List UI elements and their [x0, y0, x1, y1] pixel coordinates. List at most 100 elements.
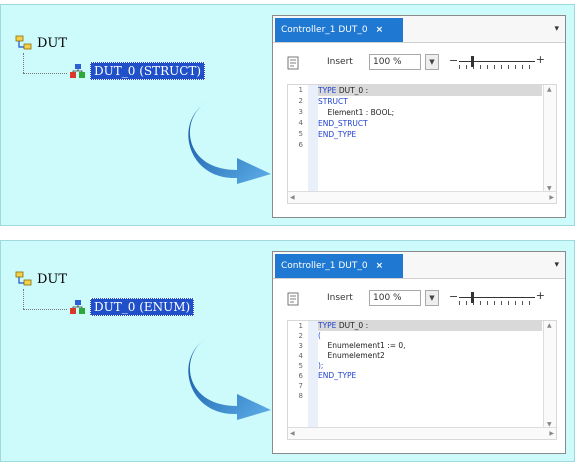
- fold-margin: [308, 321, 318, 429]
- code-keyword: TYPE: [318, 321, 337, 330]
- tab-controller-dut0[interactable]: Controller_1 DUT_0 ×: [275, 18, 403, 42]
- tab-controller-dut0[interactable]: Controller_1 DUT_0 ×: [275, 254, 403, 278]
- line-number: 6: [298, 141, 303, 149]
- scroll-left-icon[interactable]: ◀: [290, 194, 295, 201]
- line-number: 3: [298, 342, 303, 350]
- zoom-plus-icon[interactable]: +: [536, 53, 545, 66]
- close-icon[interactable]: ×: [376, 25, 384, 35]
- code-editor[interactable]: 1 2 3 4 5 6 TYPE DUT_0 : STRUCT Element1…: [287, 84, 557, 204]
- scroll-up-icon[interactable]: ▲: [547, 86, 552, 93]
- zoom-dropdown-button[interactable]: ▼: [425, 54, 439, 70]
- tree-node-dut0[interactable]: DUT_0 (ENUM): [69, 298, 195, 316]
- folder-tree-icon: [15, 271, 32, 286]
- scroll-right-icon[interactable]: ▶: [549, 194, 554, 201]
- horizontal-scrollbar[interactable]: ◀ ▶: [288, 191, 556, 203]
- curved-arrow-icon: [188, 102, 271, 184]
- line-number-gutter: 1 2 3 4 5 6: [288, 85, 306, 193]
- insert-label[interactable]: Insert: [327, 57, 353, 67]
- line-number: 4: [298, 352, 303, 360]
- editor-window: Controller_1 DUT_0 × ▾ Insert 100 % ▼ − …: [272, 15, 566, 218]
- close-icon[interactable]: ×: [376, 261, 384, 271]
- code-keyword: );: [318, 361, 324, 370]
- scroll-right-icon[interactable]: ▶: [549, 430, 554, 437]
- code-line: TYPE DUT_0 :: [318, 321, 542, 331]
- zoom-select[interactable]: 100 %: [369, 54, 421, 70]
- slider-thumb[interactable]: [471, 292, 474, 303]
- code-keyword: (: [318, 331, 321, 340]
- zoom-slider[interactable]: − +: [449, 53, 545, 70]
- project-tree: DUT DUT_0 (ENUM): [15, 271, 245, 331]
- project-tree: DUT DUT_0 (STRUCT): [15, 35, 245, 95]
- code-line: STRUCT: [318, 96, 542, 107]
- vertical-scrollbar[interactable]: ▲ ▼: [543, 85, 556, 193]
- dut-object-icon: [70, 300, 85, 314]
- window-tabbar: Controller_1 DUT_0 × ▾: [273, 252, 565, 279]
- scroll-up-icon[interactable]: ▲: [547, 322, 552, 329]
- code-line: END_TYPE: [318, 129, 542, 140]
- code-text: Enumelement2: [318, 351, 385, 360]
- line-number: 5: [298, 130, 303, 138]
- code-text: Enumelement1 := 0,: [318, 341, 406, 350]
- tree-node-dut[interactable]: DUT: [15, 35, 67, 51]
- line-number: 6: [298, 372, 303, 380]
- tab-title: Controller_1 DUT_0: [281, 25, 368, 35]
- zoom-dropdown-button[interactable]: ▼: [425, 290, 439, 306]
- code-line: (: [318, 331, 542, 341]
- line-number: 2: [298, 97, 303, 105]
- tree-node-dut0[interactable]: DUT_0 (STRUCT): [69, 62, 206, 80]
- slider-thumb[interactable]: [471, 56, 474, 67]
- vertical-scrollbar[interactable]: ▲ ▼: [543, 321, 556, 429]
- code-keyword: TYPE: [318, 86, 337, 95]
- tree-connector: [23, 289, 24, 309]
- line-number: 2: [298, 332, 303, 340]
- editor-window: Controller_1 DUT_0 × ▾ Insert 100 % ▼ − …: [272, 251, 566, 454]
- tree-node-dut[interactable]: DUT: [15, 271, 67, 287]
- zoom-minus-icon[interactable]: −: [449, 290, 458, 303]
- panel-struct: DUT DUT_0 (STRUCT) Controller_1 DUT_0 ×: [0, 4, 575, 226]
- code-keyword: END_TYPE: [318, 130, 357, 139]
- editor-toolbar: Insert 100 % ▼ − +: [287, 289, 557, 308]
- horizontal-scrollbar[interactable]: ◀ ▶: [288, 427, 556, 439]
- line-number-gutter: 1 2 3 4 5 6 7 8: [288, 321, 306, 413]
- document-icon[interactable]: [287, 292, 299, 306]
- code-keyword: STRUCT: [318, 97, 348, 106]
- tree-connector: [23, 309, 67, 310]
- code-line: Element1 : BOOL;: [318, 107, 542, 118]
- tree-node-dut0-label: DUT_0 (STRUCT): [90, 62, 206, 80]
- tree-node-dut-label: DUT: [37, 271, 68, 287]
- folder-tree-icon: [15, 35, 32, 50]
- editor-toolbar: Insert 100 % ▼ − +: [287, 53, 557, 72]
- zoom-plus-icon[interactable]: +: [536, 289, 545, 302]
- zoom-select[interactable]: 100 %: [369, 290, 421, 306]
- chevron-down-icon[interactable]: ▾: [554, 24, 559, 34]
- insert-label[interactable]: Insert: [327, 293, 353, 303]
- code-text: DUT_0 :: [336, 321, 369, 330]
- zoom-minus-icon[interactable]: −: [449, 54, 458, 67]
- tree-connector: [23, 73, 67, 74]
- tab-title: Controller_1 DUT_0: [281, 261, 368, 271]
- panel-enum: DUT DUT_0 (ENUM) Controller_1 DUT_0 × ▾ …: [0, 240, 575, 462]
- code-keyword: END_TYPE: [318, 371, 357, 380]
- line-number: 3: [298, 108, 303, 116]
- line-number: 8: [298, 392, 303, 400]
- code-area[interactable]: TYPE DUT_0 : STRUCT Element1 : BOOL; END…: [318, 85, 542, 193]
- code-line: TYPE DUT_0 :: [318, 85, 542, 96]
- scroll-left-icon[interactable]: ◀: [290, 430, 295, 437]
- tree-node-dut-label: DUT: [37, 35, 68, 51]
- code-line: END_STRUCT: [318, 118, 542, 129]
- document-icon[interactable]: [287, 56, 299, 70]
- line-number: 1: [298, 322, 303, 330]
- code-line: );: [318, 361, 542, 371]
- code-editor[interactable]: 1 2 3 4 5 6 7 8 TYPE DUT_0 : ( Enumeleme…: [287, 320, 557, 440]
- line-number: 4: [298, 119, 303, 127]
- code-area[interactable]: TYPE DUT_0 : ( Enumelement1 := 0, Enumel…: [318, 321, 542, 429]
- chevron-down-icon[interactable]: ▾: [554, 260, 559, 270]
- code-line: Enumelement2: [318, 351, 542, 361]
- zoom-slider[interactable]: − +: [449, 289, 545, 306]
- line-number: 7: [298, 382, 303, 390]
- code-line: END_TYPE: [318, 371, 542, 381]
- code-line: Enumelement1 := 0,: [318, 341, 542, 351]
